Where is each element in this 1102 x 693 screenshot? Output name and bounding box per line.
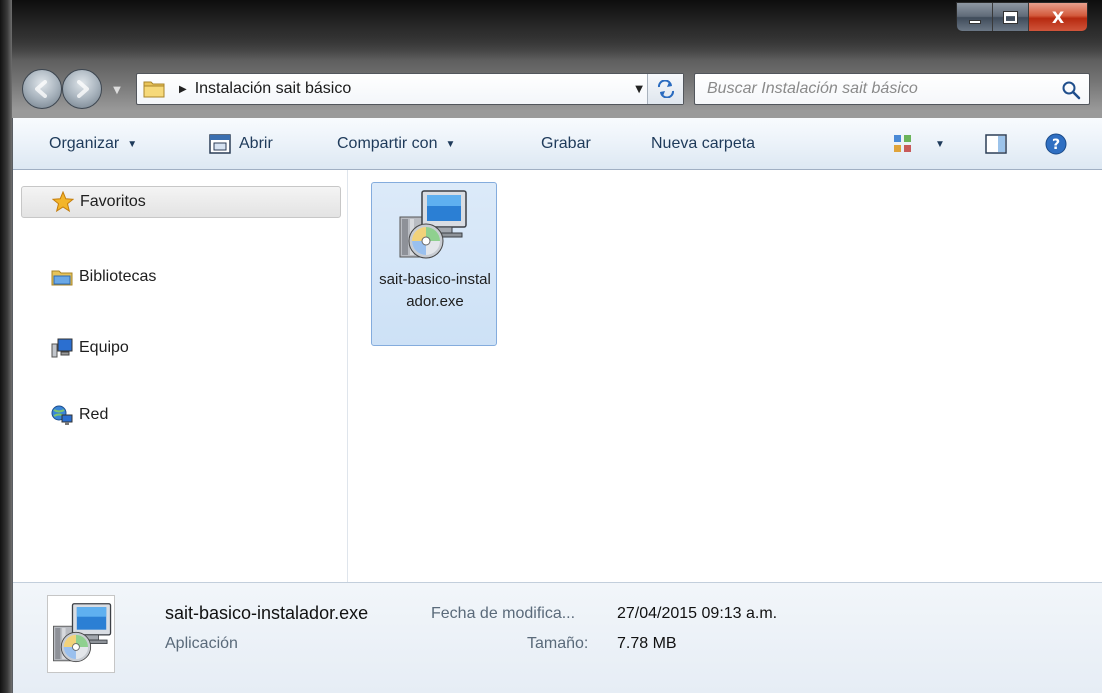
close-icon: X (1051, 7, 1065, 27)
recent-pages-button[interactable]: ▼ (110, 84, 124, 96)
minimize-button[interactable] (957, 3, 993, 31)
chevron-down-icon: ▼ (127, 138, 138, 150)
chevron-down-icon: ▼ (113, 84, 121, 96)
preview-pane-icon (985, 134, 1007, 154)
nav-label-computer: Equipo (79, 339, 129, 356)
nav-item-favorites[interactable]: Favoritos (21, 186, 341, 218)
help-icon: ? (1045, 133, 1067, 155)
svg-text:?: ? (1052, 137, 1060, 153)
view-options-icon (894, 135, 911, 152)
organize-label: Organizar (49, 135, 120, 152)
details-modified-value: 27/04/2015 09:13 a.m. (617, 605, 778, 622)
refresh-button[interactable] (647, 74, 683, 104)
open-button[interactable]: Abrir (209, 118, 273, 170)
organize-button[interactable]: Organizar ▼ (49, 118, 137, 170)
burn-label: Grabar (541, 135, 591, 152)
network-icon (51, 404, 73, 426)
burn-button[interactable]: Grabar (541, 118, 591, 170)
search-input[interactable] (707, 80, 1057, 98)
star-icon (52, 191, 74, 213)
share-with-button[interactable]: Compartir con ▼ (337, 118, 455, 170)
folder-icon (143, 81, 165, 98)
close-button[interactable]: X (1029, 3, 1087, 31)
search-icon[interactable] (1061, 80, 1081, 100)
nav-label-favorites: Favoritos (80, 193, 146, 210)
nav-item-network[interactable]: Red (21, 399, 341, 431)
address-bar[interactable]: ▶ Instalación sait básico ▼ (136, 73, 684, 105)
libraries-icon (51, 266, 73, 288)
back-button[interactable] (22, 69, 62, 109)
forward-button[interactable] (62, 69, 102, 109)
breadcrumb-separator-icon[interactable]: ▶ (179, 84, 187, 95)
nav-label-libraries: Bibliotecas (79, 268, 157, 285)
installer-icon (396, 189, 470, 263)
open-window-icon (209, 134, 231, 154)
details-pane: sait-basico-instalador.exe Aplicación Fe… (13, 582, 1102, 693)
chevron-down-icon: ▼ (935, 138, 945, 150)
search-box[interactable] (694, 73, 1090, 105)
maximize-icon (1003, 10, 1018, 24)
refresh-icon (657, 80, 674, 98)
navigation-pane: Favoritos Bibliotecas Equipo Red (13, 170, 348, 582)
nav-item-libraries[interactable]: Bibliotecas (21, 261, 341, 293)
view-options-dropdown[interactable]: ▼ (935, 118, 945, 170)
file-item[interactable]: sait-basico-instalador.exe (371, 182, 497, 346)
file-list[interactable]: sait-basico-instalador.exe (349, 170, 1102, 582)
arrow-left-icon (35, 80, 47, 98)
address-history-dropdown[interactable]: ▼ (635, 84, 643, 95)
file-name[interactable]: sait-basico-instalador.exe (376, 269, 494, 313)
breadcrumb-current[interactable]: Instalación sait básico (195, 80, 352, 98)
share-label: Compartir con (337, 135, 438, 152)
details-size-value: 7.78 MB (617, 635, 677, 652)
minimize-icon (968, 20, 981, 24)
nav-label-network: Red (79, 406, 109, 423)
chevron-down-icon: ▼ (445, 138, 456, 150)
preview-pane-button[interactable] (985, 118, 1007, 170)
open-label: Abrir (239, 135, 273, 152)
new-folder-label: Nueva carpeta (651, 135, 756, 152)
details-file-name: sait-basico-instalador.exe (165, 603, 369, 623)
new-folder-button[interactable]: Nueva carpeta (651, 118, 755, 170)
navigation-bar: ▼ ▶ Instalación sait básico ▼ (0, 66, 1102, 112)
explorer-content: Organizar ▼ Abrir Compartir con ▼ Grabar… (12, 118, 1102, 693)
details-modified-label: Fecha de modifica... (431, 605, 576, 622)
command-bar: Organizar ▼ Abrir Compartir con ▼ Grabar… (13, 118, 1102, 170)
installer-icon (50, 600, 114, 668)
caption-buttons: X (956, 2, 1088, 32)
details-thumbnail (47, 595, 115, 673)
title-bar[interactable] (0, 0, 1102, 60)
details-size-label: Tamaño: (527, 635, 589, 652)
help-button[interactable]: ? (1045, 118, 1067, 170)
change-view-button[interactable] (893, 118, 913, 170)
details-file-type: Aplicación (165, 635, 238, 652)
nav-item-computer[interactable]: Equipo (21, 332, 341, 364)
maximize-button[interactable] (993, 3, 1029, 31)
computer-icon (51, 337, 73, 359)
arrow-right-icon (77, 80, 89, 98)
